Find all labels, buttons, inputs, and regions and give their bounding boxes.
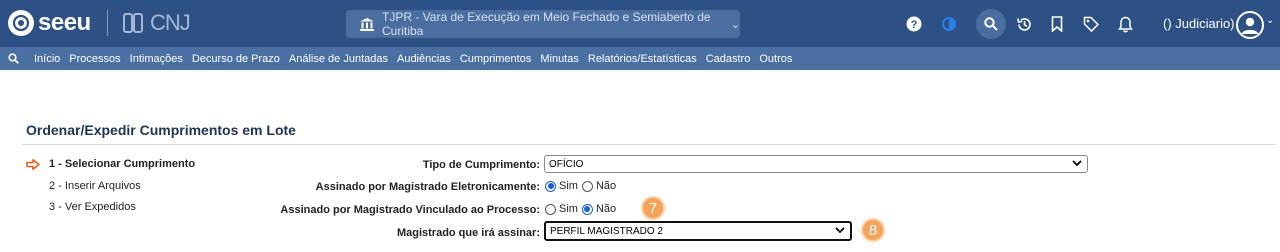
cnj-emblem-icon [123, 13, 143, 33]
assinado-eletronicamente-label: Assinado por Magistrado Eletronicamente: [315, 181, 540, 193]
header-divider [107, 10, 108, 36]
page-title: Ordenar/Expedir Cumprimentos em Lote [26, 122, 296, 138]
nav-item-minutas[interactable]: Minutas [540, 53, 579, 65]
seeu-logo[interactable]: seeu [8, 9, 91, 37]
tipo-cumprimento-value: OFÍCIO [549, 158, 584, 170]
seeu-logo-text: seeu [38, 9, 91, 36]
assinado-eletronicamente-sim-radio[interactable] [545, 180, 556, 192]
user-avatar-icon[interactable] [1236, 11, 1264, 39]
nav-item-cadastro[interactable]: Cadastro [706, 53, 751, 65]
cnj-logo-text: CNJ [150, 10, 191, 35]
tipo-cumprimento-select[interactable]: OFÍCIO [544, 155, 1088, 173]
chevron-down-icon [1072, 159, 1082, 170]
court-selector[interactable]: TJPR - Vara de Execução em Meio Fechado … [346, 10, 740, 38]
search-button[interactable] [976, 9, 1006, 39]
current-step-arrow-icon [26, 159, 40, 173]
tag-icon[interactable] [1079, 12, 1103, 36]
nav-search-icon[interactable] [8, 53, 26, 64]
seeu-logo-icon [8, 10, 34, 36]
nav-item-audiencias[interactable]: Audiências [397, 53, 451, 65]
nav-item-processos[interactable]: Processos [69, 53, 120, 65]
assinado-eletronicamente-radio-group: Sim Não [545, 180, 620, 192]
user-menu-chevron-icon[interactable]: ⌄ [1266, 15, 1274, 26]
assinado-eletronicamente-nao-radio[interactable] [581, 180, 593, 192]
nav-item-cumprimentos[interactable]: Cumprimentos [460, 53, 532, 65]
bell-icon[interactable] [1113, 12, 1137, 36]
magistrado-assinar-select[interactable]: PERFIL MAGISTRADO 2 [544, 221, 852, 241]
assinado-vinculado-label: Assinado por Magistrado Vinculado ao Pro… [280, 204, 540, 216]
court-selector-label: TJPR - Vara de Execução em Meio Fechado … [382, 10, 711, 38]
svg-text:?: ? [911, 19, 918, 31]
court-building-icon [360, 17, 374, 31]
assinado-vinculado-sim-radio[interactable] [545, 203, 556, 215]
cnj-logo: CNJ [122, 9, 191, 37]
title-divider [22, 144, 1276, 145]
assinado-eletronicamente-sim-label[interactable]: Sim [559, 180, 578, 192]
user-name-label[interactable]: () Judiciario) [1163, 16, 1235, 31]
assinado-vinculado-sim-label[interactable]: Sim [559, 203, 578, 215]
assinado-vinculado-radio-group: Sim Não [545, 203, 620, 215]
step-selecionar-cumprimento: 1 - Selecionar Cumprimento [49, 158, 196, 170]
main-navigation: Início Processos Intimações Decurso de P… [0, 47, 1280, 70]
assinado-eletronicamente-nao-label[interactable]: Não [596, 180, 616, 192]
tipo-cumprimento-label: Tipo de Cumprimento: [422, 159, 540, 171]
help-icon[interactable]: ? [902, 12, 926, 36]
theme-toggle-icon[interactable] [937, 12, 961, 36]
nav-item-analise-de-juntadas[interactable]: Análise de Juntadas [289, 53, 388, 65]
nav-item-intimacoes[interactable]: Intimações [130, 53, 183, 65]
history-icon[interactable] [1012, 12, 1036, 36]
annotation-badge-8: 8 [861, 218, 885, 242]
nav-item-outros[interactable]: Outros [759, 53, 792, 65]
bookmark-icon[interactable] [1045, 12, 1069, 36]
annotation-badge-7: 7 [641, 196, 665, 220]
magistrado-assinar-label: Magistrado que irá assinar: [396, 227, 540, 239]
nav-item-relatorios-estatisticas[interactable]: Relatórios/Estatísticas [588, 53, 697, 65]
nav-item-inicio[interactable]: Início [34, 53, 60, 65]
assinado-vinculado-nao-label[interactable]: Não [596, 203, 616, 215]
magistrado-assinar-value: PERFIL MAGISTRADO 2 [550, 225, 663, 237]
step-ver-expedidos: 3 - Ver Expedidos [49, 201, 136, 213]
nav-item-decurso-de-prazo[interactable]: Decurso de Prazo [192, 53, 280, 65]
search-icon [984, 17, 998, 31]
top-header: seeu CNJ TJPR - Vara de Execução em Meio… [0, 0, 1280, 47]
chevron-down-icon: ⌄ [730, 18, 740, 31]
step-inserir-arquivos: 2 - Inserir Arquivos [49, 180, 141, 192]
assinado-vinculado-nao-radio[interactable] [581, 203, 593, 215]
chevron-down-icon [835, 226, 845, 237]
